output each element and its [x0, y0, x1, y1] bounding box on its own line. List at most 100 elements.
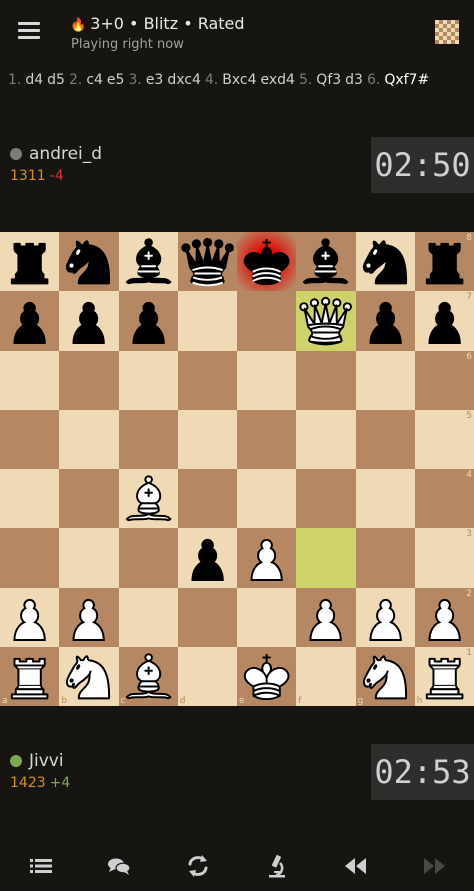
white-king-icon[interactable]: [237, 647, 296, 706]
square-e7[interactable]: [237, 291, 297, 351]
square-f7[interactable]: [296, 291, 356, 351]
square-e6[interactable]: [237, 350, 297, 410]
white-pawn-icon[interactable]: [237, 528, 296, 587]
square-b1[interactable]: b: [59, 646, 119, 706]
move-black[interactable]: dxc4: [167, 72, 201, 88]
square-h5[interactable]: 5: [414, 409, 474, 469]
square-c4[interactable]: [118, 469, 178, 529]
square-c7[interactable]: [118, 291, 178, 351]
move-black[interactable]: e5: [107, 72, 125, 88]
square-e5[interactable]: [237, 409, 297, 469]
next-move-button[interactable]: [419, 852, 449, 880]
flip-board-button[interactable]: [183, 852, 213, 880]
black-pawn-icon[interactable]: [415, 291, 474, 350]
square-e1[interactable]: e: [237, 646, 297, 706]
hamburger-icon[interactable]: [18, 22, 40, 40]
square-a3[interactable]: [0, 528, 60, 588]
square-c6[interactable]: [118, 350, 178, 410]
analysis-button[interactable]: [262, 852, 292, 880]
square-f5[interactable]: [296, 409, 356, 469]
white-pawn-icon[interactable]: [296, 588, 355, 647]
black-pawn-icon[interactable]: [178, 528, 237, 587]
white-queen-icon[interactable]: [296, 291, 355, 350]
square-g3[interactable]: [355, 528, 415, 588]
square-c1[interactable]: c: [118, 646, 178, 706]
chess-board[interactable]: 8 765 432a b c de f g 1 h: [0, 232, 474, 706]
black-knight-icon[interactable]: [356, 232, 415, 291]
square-h8[interactable]: 8: [414, 232, 474, 292]
black-pawn-icon[interactable]: [59, 291, 118, 350]
square-g5[interactable]: [355, 409, 415, 469]
move-white[interactable]: Bxc4: [222, 72, 256, 88]
square-f6[interactable]: [296, 350, 356, 410]
black-queen-icon[interactable]: [178, 232, 237, 291]
square-f2[interactable]: [296, 587, 356, 647]
square-a4[interactable]: [0, 469, 60, 529]
square-c5[interactable]: [118, 409, 178, 469]
square-f8[interactable]: [296, 232, 356, 292]
square-b6[interactable]: [59, 350, 119, 410]
player-name[interactable]: Jivvi: [29, 751, 64, 771]
square-g6[interactable]: [355, 350, 415, 410]
white-bishop-icon[interactable]: [119, 469, 178, 528]
move-black[interactable]: d3: [345, 72, 363, 88]
black-pawn-icon[interactable]: [356, 291, 415, 350]
moves-list-button[interactable]: [26, 852, 56, 880]
square-h7[interactable]: 7: [414, 291, 474, 351]
black-bishop-icon[interactable]: [296, 232, 355, 291]
square-a7[interactable]: [0, 291, 60, 351]
white-pawn-icon[interactable]: [415, 588, 474, 647]
square-f1[interactable]: f: [296, 646, 356, 706]
white-rook-icon[interactable]: [415, 647, 474, 706]
black-rook-icon[interactable]: [0, 232, 59, 291]
square-e8[interactable]: [237, 232, 297, 292]
square-g4[interactable]: [355, 469, 415, 529]
square-g1[interactable]: g: [355, 646, 415, 706]
chat-button[interactable]: [104, 852, 134, 880]
opponent-name[interactable]: andrei_d: [29, 144, 102, 164]
square-c8[interactable]: [118, 232, 178, 292]
white-pawn-icon[interactable]: [0, 588, 59, 647]
square-a6[interactable]: [0, 350, 60, 410]
square-h1[interactable]: 1h: [414, 646, 474, 706]
square-b3[interactable]: [59, 528, 119, 588]
black-pawn-icon[interactable]: [119, 291, 178, 350]
square-d5[interactable]: [177, 409, 237, 469]
black-rook-icon[interactable]: [415, 232, 474, 291]
square-b8[interactable]: [59, 232, 119, 292]
white-knight-icon[interactable]: [59, 647, 118, 706]
move-black[interactable]: d5: [47, 72, 65, 88]
square-d6[interactable]: [177, 350, 237, 410]
square-e3[interactable]: [237, 528, 297, 588]
square-f3[interactable]: [296, 528, 356, 588]
square-d3[interactable]: [177, 528, 237, 588]
square-d8[interactable]: [177, 232, 237, 292]
square-h2[interactable]: 2: [414, 587, 474, 647]
square-f4[interactable]: [296, 469, 356, 529]
square-e4[interactable]: [237, 469, 297, 529]
previous-move-button[interactable]: [341, 852, 371, 880]
white-bishop-icon[interactable]: [119, 647, 178, 706]
move-white[interactable]: Qxf7#: [384, 72, 429, 88]
square-g7[interactable]: [355, 291, 415, 351]
square-d2[interactable]: [177, 587, 237, 647]
square-h4[interactable]: 4: [414, 469, 474, 529]
move-black[interactable]: exd4: [260, 72, 294, 88]
move-white[interactable]: e3: [146, 72, 164, 88]
move-white[interactable]: d4: [25, 72, 43, 88]
square-g8[interactable]: [355, 232, 415, 292]
white-pawn-icon[interactable]: [59, 588, 118, 647]
square-e2[interactable]: [237, 587, 297, 647]
square-b7[interactable]: [59, 291, 119, 351]
square-a2[interactable]: [0, 587, 60, 647]
square-b4[interactable]: [59, 469, 119, 529]
black-knight-icon[interactable]: [59, 232, 118, 291]
black-king-icon[interactable]: [237, 232, 296, 291]
square-g2[interactable]: [355, 587, 415, 647]
square-d4[interactable]: [177, 469, 237, 529]
board-settings-icon[interactable]: [435, 20, 459, 44]
square-c2[interactable]: [118, 587, 178, 647]
square-a5[interactable]: [0, 409, 60, 469]
square-b5[interactable]: [59, 409, 119, 469]
square-d7[interactable]: [177, 291, 237, 351]
